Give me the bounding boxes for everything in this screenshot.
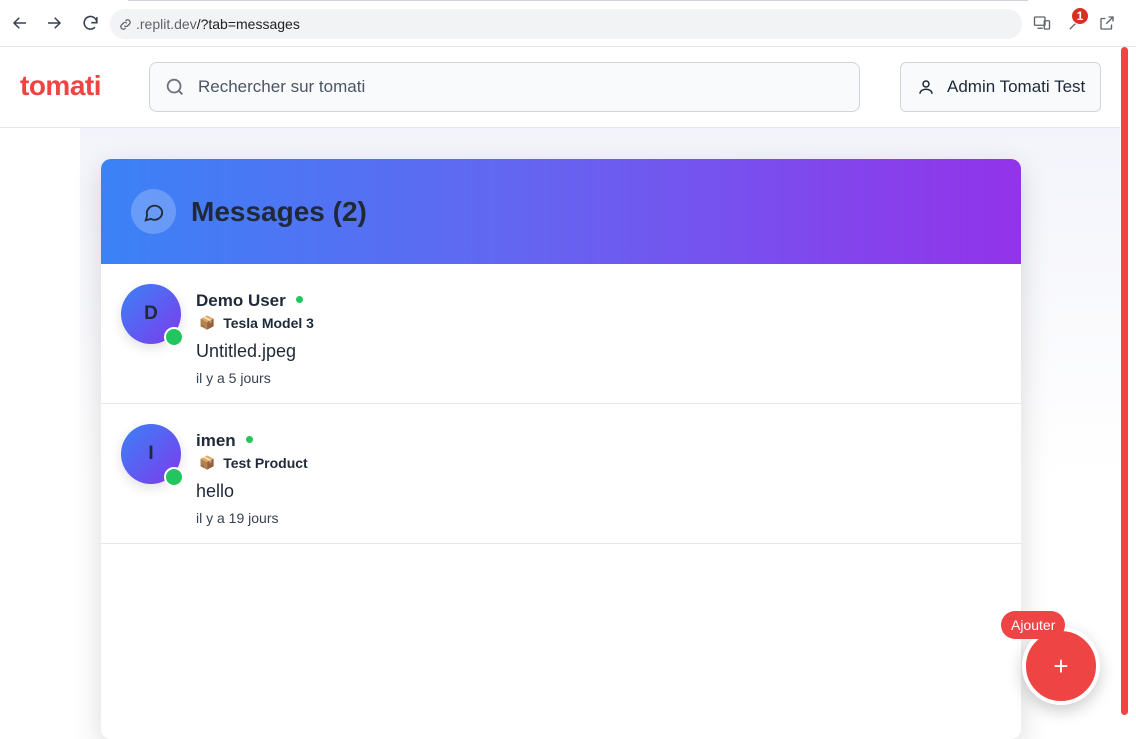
- search-box[interactable]: [149, 62, 860, 112]
- last-message: Untitled.jpeg: [196, 341, 297, 361]
- forward-button[interactable]: [41, 10, 67, 36]
- conversation-name: imen: [196, 431, 253, 451]
- plus-icon: +: [1053, 650, 1069, 681]
- link-icon: [116, 15, 134, 33]
- online-status-dot: [164, 467, 184, 487]
- arrow-left-icon: [12, 17, 26, 29]
- conversation-name: Demo User: [196, 291, 303, 311]
- url-domain: .replit.dev: [136, 16, 197, 32]
- url-path: /?tab=messages: [196, 16, 300, 32]
- conversation-item[interactable]: I imen 📦 Test Product hello il y a 19 jo…: [101, 404, 1021, 544]
- back-button[interactable]: [7, 10, 33, 36]
- message-time: il y a 19 jours: [196, 510, 279, 526]
- external-link-icon[interactable]: [1096, 12, 1118, 34]
- user-name: Admin Tomati Test: [947, 77, 1086, 96]
- search-icon: [166, 78, 183, 95]
- logo[interactable]: tomati: [20, 70, 102, 102]
- user-menu-button[interactable]: Admin Tomati Test: [900, 62, 1101, 112]
- online-indicator: [245, 436, 253, 444]
- online-indicator: [295, 296, 303, 304]
- conversation-product: 📦 Test Product: [199, 455, 308, 471]
- message-time: il y a 5 jours: [196, 370, 271, 386]
- search-input[interactable]: [198, 77, 838, 97]
- online-status-dot: [164, 327, 184, 347]
- messages-card: Messages (2) D Demo User 📦 Tesla Model 3…: [101, 159, 1021, 739]
- arrow-right-icon: [48, 17, 62, 29]
- conversation-item[interactable]: D Demo User 📦 Tesla Model 3 Untitled.jpe…: [101, 264, 1021, 404]
- reload-icon: [82, 15, 98, 30]
- address-bar[interactable]: .replit.dev/?tab=messages: [110, 9, 1022, 39]
- messages-header: Messages (2): [101, 159, 1021, 264]
- browser-toolbar: .replit.dev/?tab=messages 1: [0, 0, 1136, 47]
- conversation-product: 📦 Tesla Model 3: [199, 315, 314, 331]
- scrollbar-thumb[interactable]: [1121, 47, 1128, 715]
- devices-icon[interactable]: [1031, 12, 1053, 34]
- app-header: tomati Admin Tomati Test: [0, 47, 1120, 128]
- package-icon: 📦: [199, 455, 216, 470]
- last-message: hello: [196, 481, 235, 501]
- chat-bubble-icon: [131, 189, 176, 234]
- user-icon: [919, 80, 933, 94]
- tab-strip: [128, 0, 1028, 3]
- extension-badge: 1: [1071, 7, 1089, 25]
- add-tooltip: Ajouter: [1001, 611, 1066, 639]
- messages-title: Messages (2): [191, 195, 367, 227]
- package-icon: 📦: [199, 315, 216, 330]
- reload-button[interactable]: [77, 10, 103, 36]
